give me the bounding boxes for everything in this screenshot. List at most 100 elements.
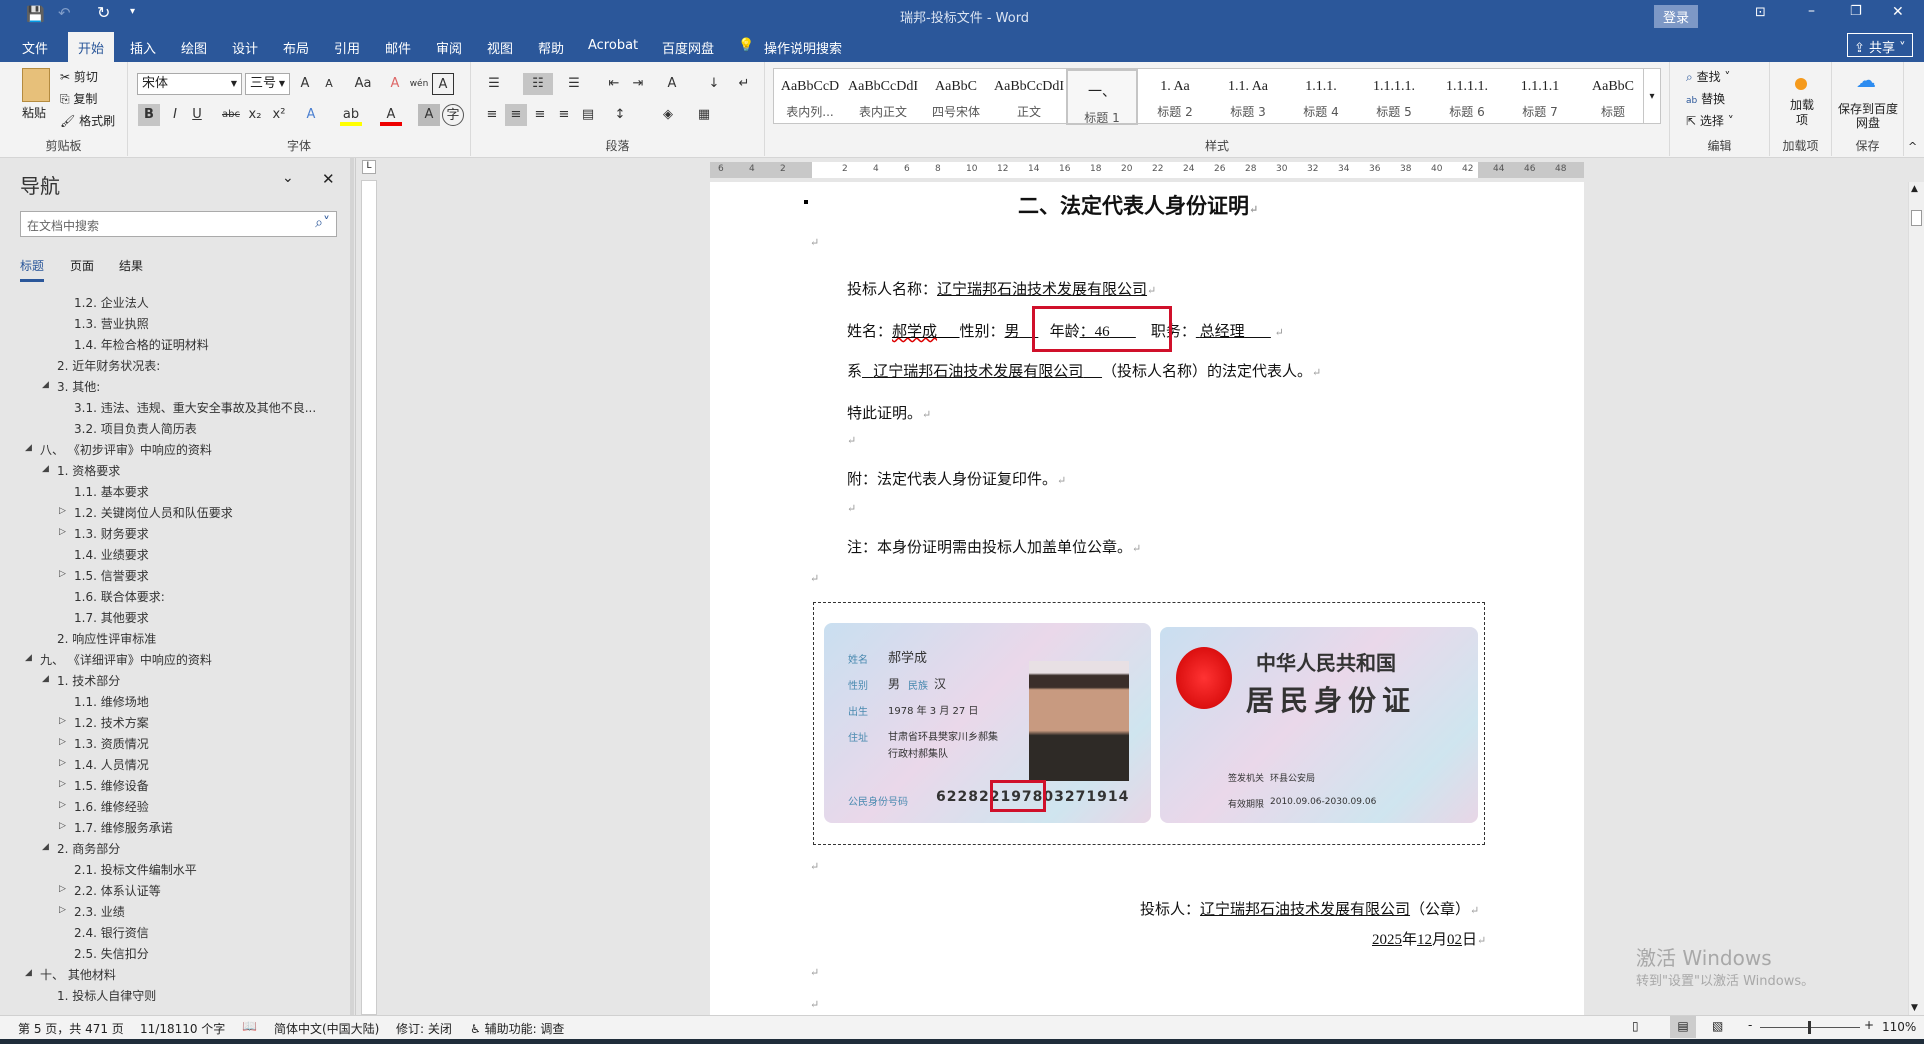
nav-heading-item[interactable]: 1.6. 联合体要求:: [74, 588, 165, 605]
tab-acrobat[interactable]: Acrobat: [588, 38, 638, 53]
zoom-in-button[interactable]: +: [1864, 1018, 1874, 1032]
tab-references[interactable]: 引用: [334, 38, 360, 57]
accessibility-status[interactable]: ♿ 辅助功能: 调查: [470, 1020, 564, 1037]
nav-heading-item[interactable]: 1.5. 信誉要求: [74, 567, 149, 584]
addins-button[interactable]: 加载项: [1790, 98, 1814, 128]
zoom-slider-thumb[interactable]: [1808, 1021, 1811, 1034]
expand-arrow-icon[interactable]: ▷: [59, 779, 66, 789]
strikethrough-icon[interactable]: abc: [220, 104, 242, 126]
tab-help[interactable]: 帮助: [538, 38, 564, 57]
track-changes-status[interactable]: 修订: 关闭: [396, 1020, 452, 1037]
undo-icon[interactable]: ↶: [58, 4, 71, 22]
nav-heading-item[interactable]: 1. 投标人自律守则: [57, 987, 156, 1004]
nav-heading-item[interactable]: 十、 其他材料: [40, 966, 116, 983]
minimize-button[interactable]: –: [1808, 3, 1815, 19]
superscript-icon[interactable]: x²: [268, 104, 290, 126]
proofing-icon[interactable]: 📖: [242, 1019, 257, 1033]
style-11[interactable]: 1.1.1.1 标题 7: [1504, 69, 1576, 125]
save-to-baidu-button[interactable]: 保存到百度网盘: [1838, 102, 1898, 130]
style-1[interactable]: AaBbCcD 表内列...: [774, 69, 846, 125]
style-7[interactable]: 1.1. Aa 标题 3: [1212, 69, 1284, 125]
scroll-thumb[interactable]: [1911, 210, 1922, 226]
style-12[interactable]: AaBbC 标题: [1577, 69, 1649, 125]
document-page[interactable]: 二、法定代表人身份证明↵ ↵ 投标人名称：辽宁瑞邦石油技术发展有限公司↵ 姓名：…: [710, 182, 1584, 1015]
style-6[interactable]: 1. Aa 标题 2: [1139, 69, 1211, 125]
close-button[interactable]: ✕: [1892, 4, 1904, 20]
cut-button[interactable]: ✂ 剪切: [60, 68, 98, 85]
collapse-arrow-icon[interactable]: ◢: [25, 968, 32, 978]
tab-file[interactable]: 文件: [22, 38, 48, 57]
nav-heading-item[interactable]: 3.2. 项目负责人简历表: [74, 420, 197, 437]
bold-button[interactable]: B: [138, 104, 160, 126]
grow-font-icon[interactable]: A: [294, 73, 316, 95]
expand-arrow-icon[interactable]: ▷: [59, 884, 66, 894]
collapse-arrow-icon[interactable]: ◢: [42, 842, 49, 852]
customize-qat-icon[interactable]: ▾: [130, 6, 135, 17]
nav-heading-item[interactable]: 2. 商务部分: [57, 840, 120, 857]
tab-baidu[interactable]: 百度网盘: [662, 38, 714, 57]
expand-arrow-icon[interactable]: ▷: [59, 527, 66, 537]
nav-heading-item[interactable]: 1.5. 维修设备: [74, 777, 149, 794]
style-3[interactable]: AaBbC 四号宋体: [920, 69, 992, 125]
zoom-level[interactable]: 110%: [1882, 1020, 1916, 1034]
expand-arrow-icon[interactable]: ▷: [59, 800, 66, 810]
underline-button[interactable]: U: [186, 104, 208, 126]
collapse-arrow-icon[interactable]: ◢: [42, 464, 49, 474]
tab-draw[interactable]: 绘图: [181, 38, 207, 57]
scroll-up-icon[interactable]: ▲: [1911, 184, 1918, 194]
font-size-select[interactable]: 三号 ▼: [245, 73, 290, 95]
nav-heading-item[interactable]: 2. 响应性评审标准: [57, 630, 156, 647]
nav-tab-pages[interactable]: 页面: [70, 257, 94, 274]
asian-layout-icon[interactable]: A: [661, 73, 683, 95]
language[interactable]: 简体中文(中国大陆): [274, 1020, 379, 1037]
nav-heading-item[interactable]: 2.4. 银行资信: [74, 924, 149, 941]
paste-icon[interactable]: [22, 68, 50, 102]
expand-arrow-icon[interactable]: ▷: [59, 716, 66, 726]
read-mode-icon[interactable]: ▯: [1632, 1019, 1639, 1033]
align-left-icon[interactable]: ≡: [481, 104, 503, 126]
nav-heading-item[interactable]: 1.2. 企业法人: [74, 294, 149, 311]
expand-arrow-icon[interactable]: ▷: [59, 905, 66, 915]
nav-heading-item[interactable]: 1.3. 资质情况: [74, 735, 149, 752]
sort-icon[interactable]: ↓: [703, 73, 725, 95]
styles-more-button[interactable]: ▾: [1643, 68, 1661, 124]
copy-button[interactable]: ⎘ 复制: [60, 90, 97, 107]
nav-heading-item[interactable]: 1. 资格要求: [57, 462, 120, 479]
nav-heading-item[interactable]: 1.6. 维修经验: [74, 798, 149, 815]
search-icon[interactable]: ⌕˅: [315, 215, 330, 231]
nav-heading-item[interactable]: 2.1. 投标文件编制水平: [74, 861, 197, 878]
collapse-arrow-icon[interactable]: ◢: [42, 380, 49, 390]
scroll-down-icon[interactable]: ▼: [1911, 1003, 1918, 1013]
print-layout-icon[interactable]: ▤: [1670, 1016, 1696, 1038]
change-case-icon[interactable]: Aa: [348, 73, 378, 95]
char-shading-icon[interactable]: A: [418, 104, 440, 126]
font-name-select[interactable]: 宋体 ▼: [137, 73, 242, 95]
tab-mailings[interactable]: 邮件: [385, 38, 411, 57]
vertical-scrollbar[interactable]: ▲ ▼: [1908, 182, 1924, 1015]
nav-tab-results[interactable]: 结果: [119, 257, 143, 274]
expand-arrow-icon[interactable]: ▷: [59, 737, 66, 747]
bullets-icon[interactable]: ☰: [483, 73, 505, 95]
redo-icon[interactable]: ↻: [97, 3, 110, 22]
nav-heading-item[interactable]: 1. 技术部分: [57, 672, 120, 689]
save-icon[interactable]: 💾: [26, 5, 45, 23]
shading-icon[interactable]: ◈: [657, 104, 679, 126]
share-button[interactable]: ⇪ 共享 ˅: [1847, 33, 1913, 57]
tab-selector[interactable]: L: [362, 160, 376, 174]
nav-heading-item[interactable]: 1.3. 营业执照: [74, 315, 149, 332]
paste-button[interactable]: 粘贴: [22, 104, 46, 121]
phonetic-guide-icon[interactable]: wén: [408, 73, 430, 95]
zoom-out-button[interactable]: -: [1748, 1018, 1752, 1032]
nav-scrollbar[interactable]: [350, 158, 354, 1015]
tab-layout[interactable]: 布局: [283, 38, 309, 57]
nav-tab-headings[interactable]: 标题: [20, 257, 45, 282]
tab-insert[interactable]: 插入: [130, 38, 156, 57]
nav-heading-item[interactable]: 1.4. 人员情况: [74, 756, 149, 773]
increase-indent-icon[interactable]: ⇥: [627, 73, 649, 95]
nav-heading-item[interactable]: 2.2. 体系认证等: [74, 882, 161, 899]
web-layout-icon[interactable]: ▧: [1712, 1019, 1723, 1033]
text-effects-icon[interactable]: A: [300, 104, 322, 126]
style-2[interactable]: AaBbCcDdI 表内正文: [847, 69, 919, 125]
decrease-indent-icon[interactable]: ⇤: [603, 73, 625, 95]
nav-heading-item[interactable]: 3.1. 违法、违规、重大安全事故及其他不良...: [74, 399, 316, 416]
